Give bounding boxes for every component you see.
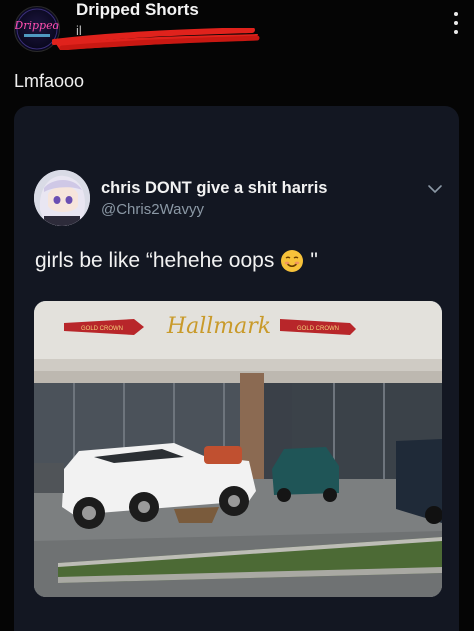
tweet-author-name[interactable]: chris DONT give a shit harris xyxy=(101,179,328,198)
channel-name[interactable]: Dripped Shorts xyxy=(76,0,199,20)
post-caption: Lmfaooo xyxy=(14,71,85,91)
teal-car xyxy=(272,447,339,502)
redaction-scribble xyxy=(52,28,260,50)
tweet-text-body: girls be like “hehehe oops xyxy=(35,249,275,272)
tweet-photo[interactable]: GOLD CROWN Hallmark GOLD CROWN xyxy=(34,301,442,597)
smiling-face-icon xyxy=(281,250,304,272)
svg-text:GOLD CROWN: GOLD CROWN xyxy=(297,326,339,332)
svg-text:GOLD CROWN: GOLD CROWN xyxy=(81,326,123,332)
hallmark-sign: Hallmark xyxy=(166,314,271,339)
anime-avatar-icon xyxy=(34,170,90,226)
more-options-icon[interactable] xyxy=(446,8,466,38)
chevron-down-icon[interactable] xyxy=(426,182,444,196)
tweet-text-tail: " xyxy=(310,249,318,272)
tweet-author-handle[interactable]: @Chris2Wavyy xyxy=(101,201,204,218)
tweet-author-avatar[interactable] xyxy=(34,170,90,226)
post-header: Dripped Dripped Shorts il xyxy=(0,0,474,60)
tweet-text: girls be like “hehehe oops " xyxy=(35,249,318,273)
hallmark-store-photo: GOLD CROWN Hallmark GOLD CROWN xyxy=(34,301,442,597)
